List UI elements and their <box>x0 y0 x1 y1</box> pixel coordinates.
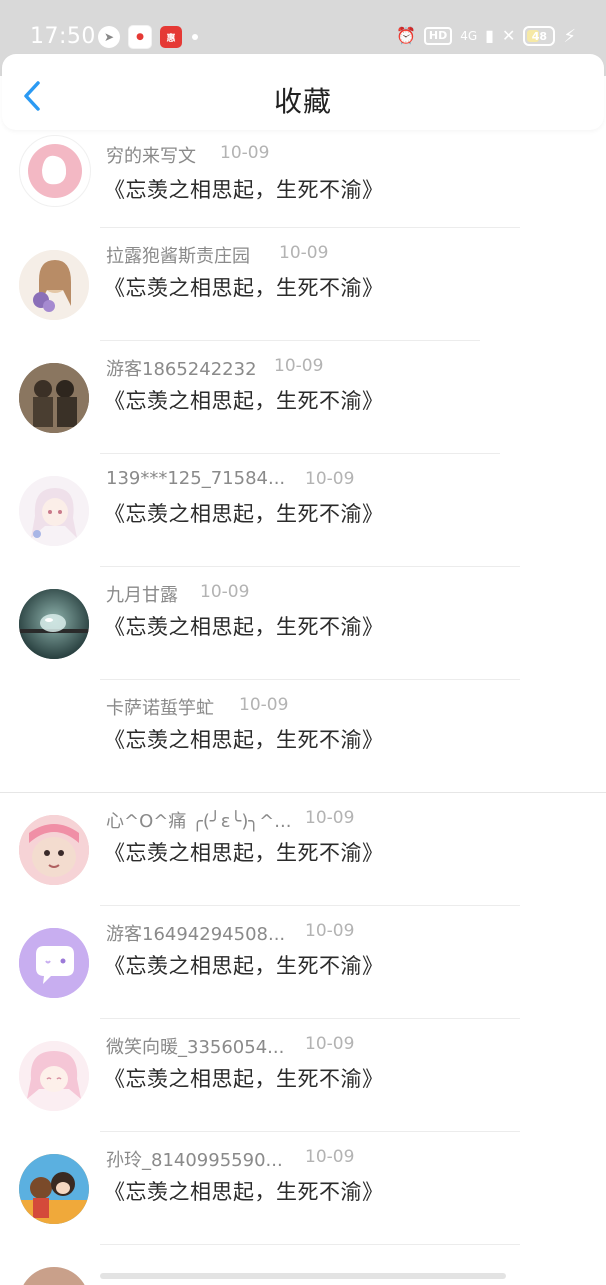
item-title: 《忘羡之相思起，生死不渝》 <box>104 502 384 526</box>
item-date: 10-09 <box>305 1147 355 1167</box>
list-item[interactable]: 穷的来写文 10-09 《忘羡之相思起，生死不渝》 <box>0 130 606 228</box>
status-time: 17:50 <box>30 24 96 49</box>
item-username: 卡萨诺蜇竽虻 <box>106 698 214 719</box>
list-item[interactable]: 九月甘露 10-09 《忘羡之相思起，生死不渝》 <box>0 567 606 680</box>
item-date: 10-09 <box>305 808 355 828</box>
item-title: 《忘羡之相思起，生死不渝》 <box>104 1067 384 1091</box>
avatar-image <box>19 1154 89 1224</box>
item-title: 《忘羡之相思起，生死不渝》 <box>104 1180 384 1204</box>
shopping-app-icon: 惠 <box>160 26 182 48</box>
avatar[interactable] <box>19 1154 89 1224</box>
hd-icon: HD <box>423 27 453 45</box>
list-item[interactable]: 游客1865242232 10-09 《忘羡之相思起，生死不渝》 <box>0 341 606 454</box>
avatar-image <box>19 589 89 659</box>
item-title: 《忘羡之相思起，生死不渝》 <box>104 276 384 300</box>
item-title: 《忘羡之相思起，生死不渝》 <box>104 389 384 413</box>
avatar[interactable] <box>19 1267 89 1285</box>
list-item[interactable]: 游客16494294508... 10-09 《忘羡之相思起，生死不渝》 <box>0 906 606 1019</box>
item-title: 《忘羡之相思起，生死不渝》 <box>104 954 384 978</box>
item-date: 10-09 <box>305 1034 355 1054</box>
more-notifications-dot <box>192 34 198 40</box>
signal-icon: ▮ <box>485 26 494 45</box>
item-date: 10-09 <box>279 243 329 263</box>
avatar-image <box>19 928 89 998</box>
item-date: 10-09 <box>274 356 324 376</box>
list-item[interactable]: 孙玲_8140995590... 10-09 《忘羡之相思起，生死不渝》 <box>0 1132 606 1245</box>
item-username: 孙玲_8140995590... <box>106 1150 283 1171</box>
avatar[interactable] <box>19 928 89 998</box>
notification-icons: ➤ ● 惠 <box>98 25 198 49</box>
item-username: 九月甘露 <box>106 585 178 606</box>
avatar-image <box>19 476 89 546</box>
avatar-image <box>19 1041 89 1111</box>
item-title: 《忘羡之相思起，生死不渝》 <box>104 178 384 202</box>
navigation-icon: ➤ <box>98 26 120 48</box>
avatar[interactable] <box>19 589 89 659</box>
battery-icon: 48 <box>523 26 556 46</box>
avatar-image <box>19 250 89 320</box>
system-icons: ⏰ HD 4G ▮ ✕ 48 ⚡ <box>396 25 576 47</box>
loading-placeholder <box>100 1273 506 1279</box>
item-title: 《忘羡之相思起，生死不渝》 <box>104 728 384 752</box>
list-item-partial[interactable] <box>0 1245 606 1285</box>
item-username: 穷的来写文 <box>106 146 196 167</box>
item-username: 微笑向暖_3356054... <box>106 1037 285 1058</box>
battery-level: 48 <box>531 29 548 43</box>
avatar-image <box>28 144 82 198</box>
item-username: 139***125_71584... <box>106 468 286 489</box>
favorites-list: 穷的来写文 10-09 《忘羡之相思起，生死不渝》 拉露狍酱斯责庄园 10-09… <box>0 130 606 1285</box>
network-label: 4G <box>460 29 478 43</box>
list-item[interactable]: 卡萨诺蜇竽虻 10-09 《忘羡之相思起，生死不渝》 <box>0 680 606 793</box>
avatar[interactable] <box>19 363 89 433</box>
avatar[interactable] <box>19 815 89 885</box>
avatar[interactable] <box>19 135 91 207</box>
item-title: 《忘羡之相思起，生死不渝》 <box>104 615 384 639</box>
avatar-image <box>19 363 89 433</box>
avatar[interactable] <box>19 1041 89 1111</box>
list-item[interactable]: 微笑向暖_3356054... 10-09 《忘羡之相思起，生死不渝》 <box>0 1019 606 1132</box>
charging-icon: ⚡ <box>563 25 576 47</box>
avatar[interactable] <box>19 250 89 320</box>
item-date: 10-09 <box>200 582 250 602</box>
page-header: 收藏 <box>2 54 604 130</box>
avatar[interactable] <box>19 476 89 546</box>
item-username: 游客16494294508... <box>106 924 286 945</box>
item-username: 心^O^痛 ╭(╯ε╰)╮^... <box>106 811 292 832</box>
signal-off-icon: ✕ <box>501 26 516 45</box>
item-date: 10-09 <box>305 921 355 941</box>
item-date: 10-09 <box>305 469 355 489</box>
item-date: 10-09 <box>239 695 289 715</box>
app-notification-icon: ● <box>128 25 152 49</box>
item-username: 拉露狍酱斯责庄园 <box>106 246 250 267</box>
list-item[interactable]: 139***125_71584... 10-09 《忘羡之相思起，生死不渝》 <box>0 454 606 567</box>
item-title: 《忘羡之相思起，生死不渝》 <box>104 841 384 865</box>
item-date: 10-09 <box>220 143 270 163</box>
page-title: 收藏 <box>273 85 332 118</box>
list-item[interactable]: 拉露狍酱斯责庄园 10-09 《忘羡之相思起，生死不渝》 <box>0 228 606 341</box>
list-item[interactable]: 心^O^痛 ╭(╯ε╰)╮^... 10-09 《忘羡之相思起，生死不渝》 <box>0 793 606 906</box>
alarm-icon: ⏰ <box>395 26 416 45</box>
avatar[interactable] <box>19 702 89 772</box>
avatar-image <box>19 815 89 885</box>
item-username: 游客1865242232 <box>106 359 257 380</box>
